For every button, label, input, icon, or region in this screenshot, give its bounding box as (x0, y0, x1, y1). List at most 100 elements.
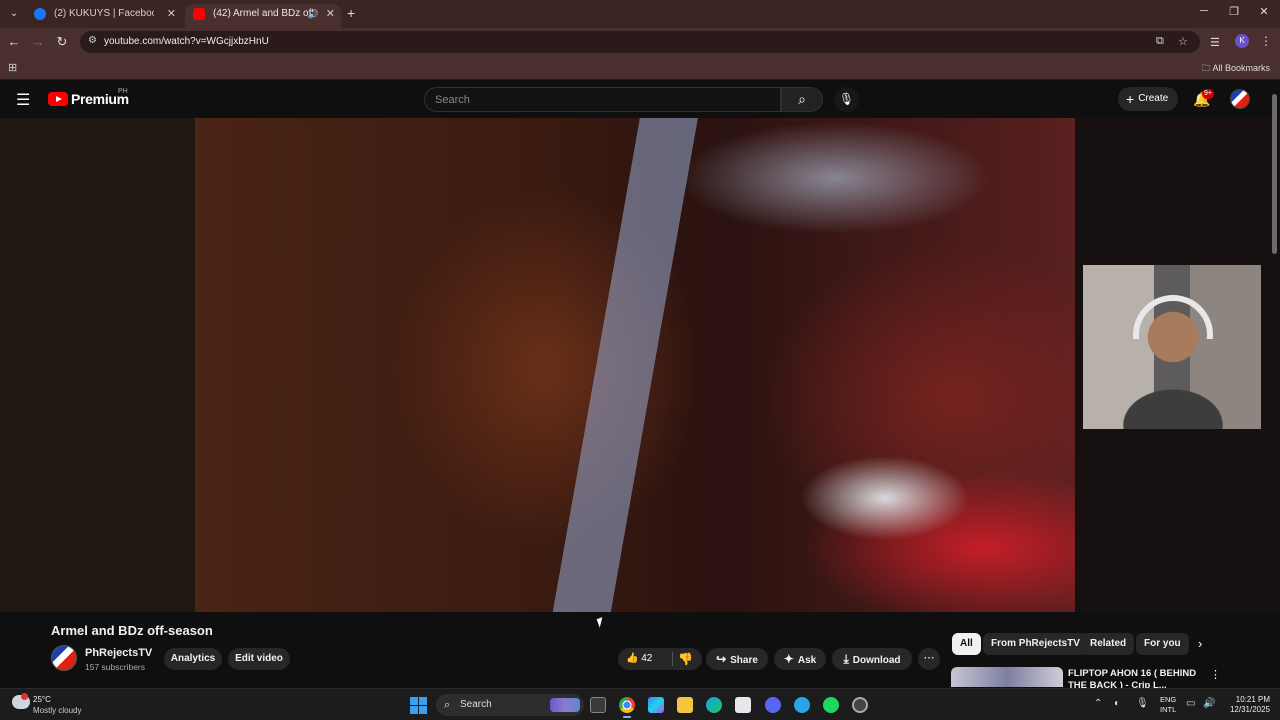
install-app-icon[interactable]: ⧉ (1156, 35, 1164, 48)
channel-name[interactable]: PhRejectsTV (85, 647, 152, 659)
create-label: Create (1138, 93, 1169, 104)
search-input[interactable] (425, 88, 780, 111)
discord-icon[interactable] (765, 697, 781, 713)
tray-app-icon[interactable]: ◐ (1114, 698, 1120, 709)
taskbar-search-label: Search (460, 699, 492, 710)
browser-menu-icon[interactable]: ⋮ (1260, 34, 1272, 48)
thumbs-down-icon[interactable]: 👎 (678, 648, 693, 670)
close-tab-icon[interactable]: ✕ (167, 4, 176, 24)
forward-button[interactable]: → (30, 34, 46, 49)
weather-condition: Mostly cloudy (33, 706, 82, 715)
plus-icon: + (1126, 91, 1135, 107)
hamburger-menu-icon[interactable]: ☰ (16, 90, 30, 110)
share-button[interactable]: ↪ Share (706, 648, 768, 670)
chrome-icon[interactable] (619, 697, 635, 718)
edit-video-button[interactable]: Edit video (228, 648, 290, 670)
apps-grid-icon[interactable]: ⊞ (8, 61, 17, 74)
address-bar[interactable]: ⚙ youtube.com/watch?v=WGcjjxbzHnU ⧉ ☆ (80, 31, 1200, 53)
youtube-icon (193, 8, 205, 20)
profile-avatar[interactable]: K (1235, 34, 1249, 48)
download-icon: ⤓ (843, 652, 849, 666)
tab-label: (2) KUKUYS | Facebook (54, 8, 154, 19)
tab-youtube[interactable]: (42) Armel and BDz off-season 🔊 ✕ (185, 4, 341, 28)
create-button[interactable]: + Create (1118, 87, 1178, 111)
chip-from-channel[interactable]: From PhRejectsTV (983, 633, 1088, 655)
taskbar-search[interactable]: ⌕ Search (436, 694, 584, 716)
scrollbar-thumb[interactable] (1272, 94, 1277, 254)
tray-chevron-up-icon[interactable]: ⌃ (1094, 698, 1102, 709)
share-label: Share (730, 655, 758, 666)
browser-tab-strip: ⌄ (2) KUKUYS | Facebook ✕ (42) Armel and… (0, 0, 1280, 28)
download-button[interactable]: ⤓ Download (832, 648, 912, 670)
volume-icon[interactable]: 🔊 (1203, 698, 1215, 709)
restore-button[interactable]: ❐ (1224, 5, 1244, 18)
more-actions-icon[interactable]: ⋯ (918, 648, 940, 670)
youtube-masthead: ☰ Premium PH ⌕ 🎙 +Create 🔔 9+ (0, 81, 1280, 118)
close-window-button[interactable]: ✕ (1254, 5, 1274, 18)
player-left-background (0, 118, 195, 612)
system-clock[interactable]: 10:21 PM 12/31/2025 (1222, 695, 1270, 715)
tab-search-icon[interactable]: ⌄ (6, 6, 22, 22)
spotify-icon[interactable] (823, 697, 839, 713)
notification-badge: 9+ (1202, 89, 1214, 99)
url-text[interactable]: youtube.com/watch?v=WGcjjxbzHnU (104, 36, 269, 47)
sparkle-icon: ✦ (783, 652, 794, 666)
task-view-icon[interactable] (590, 697, 606, 713)
channel-avatar[interactable] (51, 645, 77, 671)
new-tab-button[interactable]: + (347, 5, 355, 21)
windows-start-icon[interactable] (410, 697, 427, 714)
video-frame[interactable] (195, 118, 1075, 612)
like-dislike-group: 👍 42 👎 (618, 648, 702, 670)
video-player[interactable] (0, 118, 1280, 612)
reading-list-icon[interactable]: ☰ (1210, 36, 1220, 49)
audio-playing-icon[interactable]: 🔊 (308, 4, 319, 24)
reload-button[interactable]: ↻ (54, 34, 70, 50)
search-icon: ⌕ (444, 699, 451, 711)
weather-alert-icon (21, 693, 28, 700)
edge-icon[interactable] (706, 697, 722, 713)
microsoft-store-icon[interactable] (735, 697, 751, 713)
keyboard-layout: INTL (1160, 705, 1177, 714)
back-button[interactable]: ← (6, 34, 22, 49)
chip-all[interactable]: All (952, 633, 981, 655)
obs-icon[interactable] (852, 697, 868, 713)
like-button[interactable]: 👍 42 (626, 648, 652, 670)
all-bookmarks-button[interactable]: 🗀 All Bookmarks (1201, 61, 1270, 77)
facebook-icon (34, 8, 46, 20)
site-info-icon[interactable]: ⚙ (88, 35, 100, 47)
chip-for-you[interactable]: For you (1136, 633, 1189, 655)
search-box[interactable] (424, 87, 781, 112)
voice-search-button[interactable]: 🎙 (834, 87, 859, 112)
all-bookmarks-label: All Bookmarks (1212, 63, 1270, 73)
video-title: Armel and BDz off-season (51, 623, 213, 638)
folder-icon: 🗀 (1201, 63, 1213, 73)
search-button[interactable]: ⌕ (781, 87, 823, 112)
search-icon: ⌕ (798, 91, 806, 107)
youtube-premium-logo[interactable]: Premium PH (48, 88, 129, 107)
browser-toolbar: ← → ↻ ⚙ youtube.com/watch?v=WGcjjxbzHnU … (0, 28, 1280, 56)
chip-related[interactable]: Related (1082, 633, 1135, 655)
file-explorer-icon[interactable] (677, 697, 693, 713)
network-icon[interactable]: ▭ (1186, 698, 1195, 709)
close-tab-icon[interactable]: ✕ (326, 4, 335, 24)
tab-facebook[interactable]: (2) KUKUYS | Facebook ✕ (26, 4, 182, 28)
recommended-menu-icon[interactable]: ⋮ (1210, 668, 1221, 681)
tab-label: (42) Armel and BDz off-season (213, 8, 313, 19)
language-indicator[interactable]: ENG INTL (1160, 695, 1176, 715)
page-scrollbar[interactable] (1272, 88, 1278, 678)
chevron-right-icon[interactable]: › (1198, 636, 1202, 651)
analytics-button[interactable]: Analytics (164, 648, 222, 670)
bookmark-star-icon[interactable]: ☆ (1178, 35, 1188, 48)
telegram-icon[interactable] (794, 697, 810, 713)
minimize-button[interactable]: ─ (1194, 5, 1214, 17)
windows-taskbar: 25°C Mostly cloudy ⌕ Search ⌃ ◐ 🎙 ENG INT… (0, 688, 1280, 720)
microphone-tray-icon[interactable]: 🎙 (1136, 698, 1149, 709)
thumbs-up-icon: 👍 (626, 653, 642, 664)
recommended-thumbnail[interactable] (951, 667, 1063, 687)
ask-button[interactable]: ✦ Ask (774, 648, 826, 670)
bookmarks-bar: ⊞ 🗀 All Bookmarks (0, 56, 1280, 80)
copilot-icon[interactable] (648, 697, 664, 713)
subscriber-count: 157 subscribers (85, 662, 146, 672)
clock-time: 10:21 PM (1235, 695, 1270, 704)
account-avatar[interactable] (1230, 89, 1250, 109)
